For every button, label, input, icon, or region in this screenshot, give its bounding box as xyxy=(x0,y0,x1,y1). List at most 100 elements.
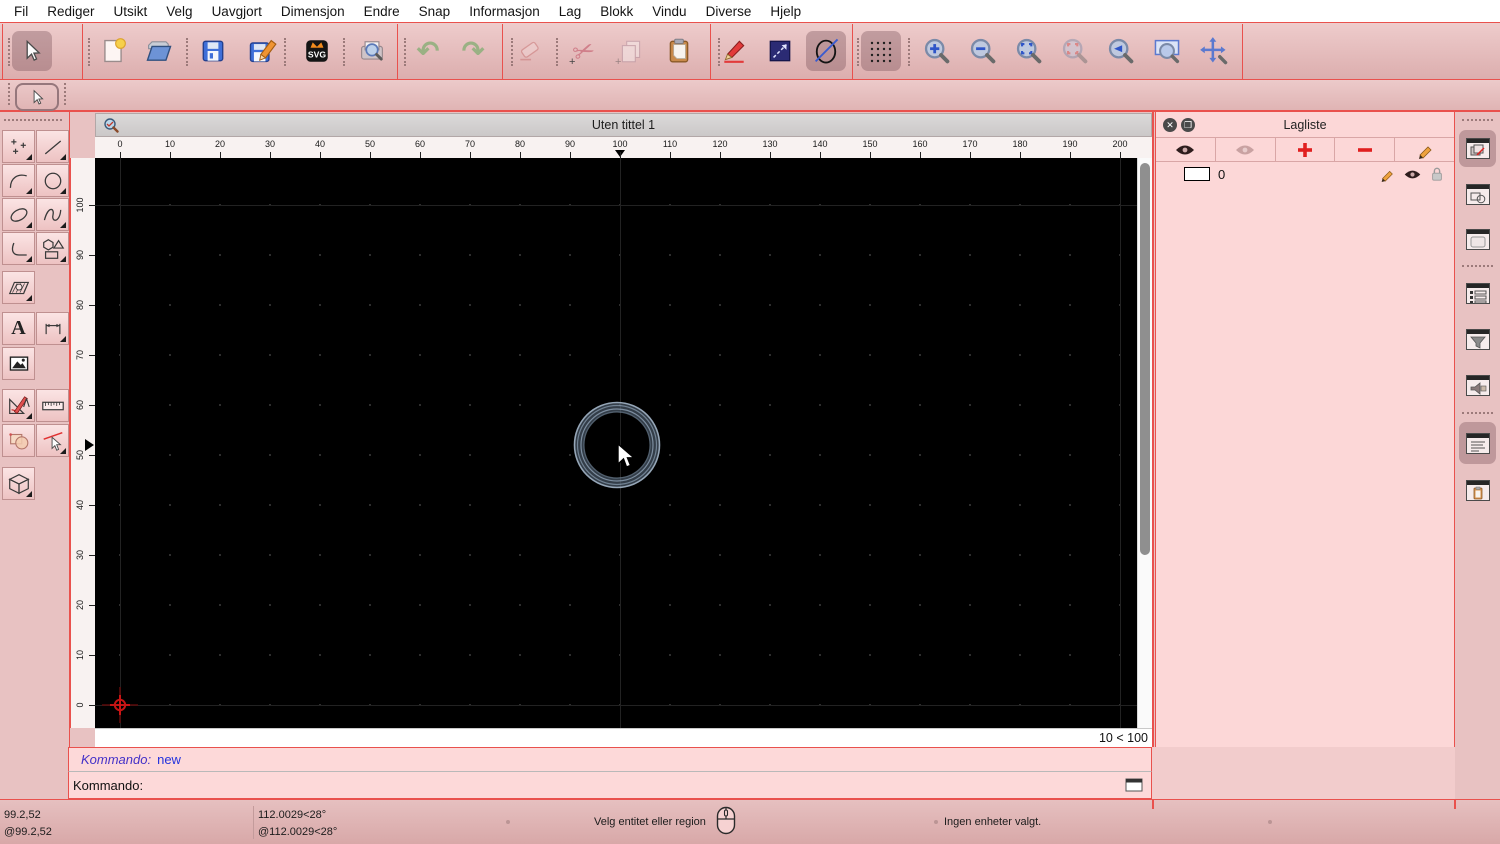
svg-export-button[interactable]: SVG xyxy=(297,31,337,71)
hatch-tool[interactable] xyxy=(2,271,35,304)
layer-row[interactable]: 0 xyxy=(1156,162,1454,186)
modify-shapes-tool[interactable] xyxy=(2,424,35,457)
toolbar-grip[interactable] xyxy=(8,83,10,105)
redo-button[interactable]: ↷ xyxy=(453,31,493,71)
toolbar-grip[interactable] xyxy=(908,38,910,66)
add-layer-button[interactable] xyxy=(1276,138,1336,161)
menu-item-hjelp[interactable]: Hjelp xyxy=(770,4,801,19)
spline-tool[interactable] xyxy=(36,198,69,231)
shapes-tool[interactable] xyxy=(36,232,69,265)
selection-box-button[interactable] xyxy=(760,31,800,71)
dock-grip[interactable] xyxy=(1462,119,1493,121)
menu-item-utsikt[interactable]: Utsikt xyxy=(114,4,148,19)
erase-button[interactable] xyxy=(510,31,550,71)
pan-button[interactable] xyxy=(1194,31,1234,71)
arc-tool[interactable] xyxy=(2,164,35,197)
menu-item-rediger[interactable]: Rediger xyxy=(47,4,94,19)
text-tool[interactable]: A xyxy=(2,312,35,345)
undo-button[interactable]: ↶ xyxy=(408,31,448,71)
block-list-toggle[interactable] xyxy=(1459,176,1496,213)
render-panel-toggle[interactable] xyxy=(1459,367,1496,404)
drawing-canvas[interactable] xyxy=(95,158,1137,728)
toolbar-grip[interactable] xyxy=(8,38,10,66)
save-button[interactable] xyxy=(193,31,233,71)
menu-item-dimensjon[interactable]: Dimensjon xyxy=(281,4,345,19)
toolbar-grip[interactable] xyxy=(186,38,188,66)
toolbar-grip[interactable] xyxy=(88,38,90,66)
menu-item-velg[interactable]: Velg xyxy=(166,4,192,19)
library-browser-toggle[interactable] xyxy=(1459,221,1496,258)
menu-item-blokk[interactable]: Blokk xyxy=(600,4,633,19)
toolbar-grip[interactable] xyxy=(343,38,345,66)
zoom-previous-button[interactable] xyxy=(1101,31,1141,71)
drawing-window-titlebar[interactable]: Uten tittel 1 xyxy=(95,113,1152,137)
selection-mode-button[interactable] xyxy=(15,83,59,111)
cad-tools[interactable] xyxy=(2,389,35,422)
toolbar-grip[interactable] xyxy=(556,38,558,66)
zoom-out-button[interactable] xyxy=(963,31,1003,71)
copy-button[interactable]: + xyxy=(611,31,651,71)
layer-lock-icon[interactable] xyxy=(1430,166,1444,182)
library-window-icon xyxy=(1465,229,1490,250)
menu-item-diverse[interactable]: Diverse xyxy=(706,4,752,19)
open-file-button[interactable] xyxy=(139,31,179,71)
layer-panel-titlebar[interactable]: ✕ ❐ Lagliste xyxy=(1156,114,1454,137)
clipboard-panel-toggle[interactable] xyxy=(1459,472,1496,509)
command-line-toggle[interactable] xyxy=(1459,422,1496,464)
selection-filter-toggle[interactable] xyxy=(1459,321,1496,358)
image-tool[interactable] xyxy=(2,347,35,380)
trim-tool[interactable] xyxy=(36,424,69,457)
menu-item-fil[interactable]: Fil xyxy=(14,4,28,19)
grid-toggle-button[interactable] xyxy=(861,31,901,71)
dimension-tool[interactable] xyxy=(36,312,69,345)
circle-tool[interactable] xyxy=(36,164,69,197)
zoom-window-button[interactable] xyxy=(1147,31,1187,71)
palette-grip[interactable] xyxy=(4,119,62,121)
selection-tool-button[interactable] xyxy=(12,31,52,71)
zoom-selection-button[interactable] xyxy=(1055,31,1095,71)
polyline-tool[interactable] xyxy=(2,232,35,265)
polar-relative-readout: @112.0029<28° xyxy=(258,826,338,838)
new-document-button[interactable] xyxy=(93,31,133,71)
edit-layer-button[interactable] xyxy=(1395,138,1454,161)
detach-command-window-button[interactable] xyxy=(1125,778,1143,792)
ellipse-tool[interactable] xyxy=(2,198,35,231)
toolbar-grip[interactable] xyxy=(857,38,859,66)
menu-item-lag[interactable]: Lag xyxy=(559,4,582,19)
point-tool[interactable] xyxy=(2,130,35,163)
menu-item-uavgjort[interactable]: Uavgjort xyxy=(212,4,262,19)
property-editor-toggle[interactable] xyxy=(1459,275,1496,312)
toolbar-grip[interactable] xyxy=(284,38,286,66)
layer-visibility-icon[interactable] xyxy=(1403,168,1422,181)
scrollbar-thumb[interactable] xyxy=(1140,163,1150,555)
cut-button[interactable]: ✂ + xyxy=(564,31,604,71)
menu-item-snap[interactable]: Snap xyxy=(419,4,451,19)
menu-item-informasjon[interactable]: Informasjon xyxy=(469,4,540,19)
edit-attributes-button[interactable] xyxy=(714,31,754,71)
hide-all-layers-button[interactable] xyxy=(1216,138,1276,161)
zoom-auto-button[interactable] xyxy=(1009,31,1049,71)
cursor-position-marker-v xyxy=(85,439,94,451)
cursor-arrow-icon xyxy=(33,89,44,105)
measure-tool[interactable] xyxy=(36,389,69,422)
layer-edit-icon[interactable] xyxy=(1379,166,1395,182)
paste-button[interactable] xyxy=(659,31,699,71)
layer-color-swatch[interactable] xyxy=(1184,167,1210,181)
dock-grip[interactable] xyxy=(1462,412,1493,414)
remove-layer-button[interactable] xyxy=(1335,138,1396,161)
toolbar-grip[interactable] xyxy=(404,38,406,66)
line-tool[interactable] xyxy=(36,130,69,163)
zoom-in-button[interactable] xyxy=(917,31,957,71)
draw-ellipse-button[interactable] xyxy=(806,31,846,71)
show-all-layers-button[interactable] xyxy=(1156,138,1216,161)
dock-grip[interactable] xyxy=(1462,265,1493,267)
view-3d-tool[interactable] xyxy=(2,467,35,500)
command-input[interactable] xyxy=(143,775,1125,795)
canvas-vertical-scrollbar[interactable] xyxy=(1137,158,1152,728)
save-as-button[interactable] xyxy=(242,31,282,71)
print-preview-button[interactable] xyxy=(352,31,392,71)
menu-item-vindu[interactable]: Vindu xyxy=(652,4,686,19)
layer-list-toggle[interactable] xyxy=(1459,130,1496,167)
menu-item-endre[interactable]: Endre xyxy=(364,4,400,19)
toolbar-grip[interactable] xyxy=(64,83,66,105)
